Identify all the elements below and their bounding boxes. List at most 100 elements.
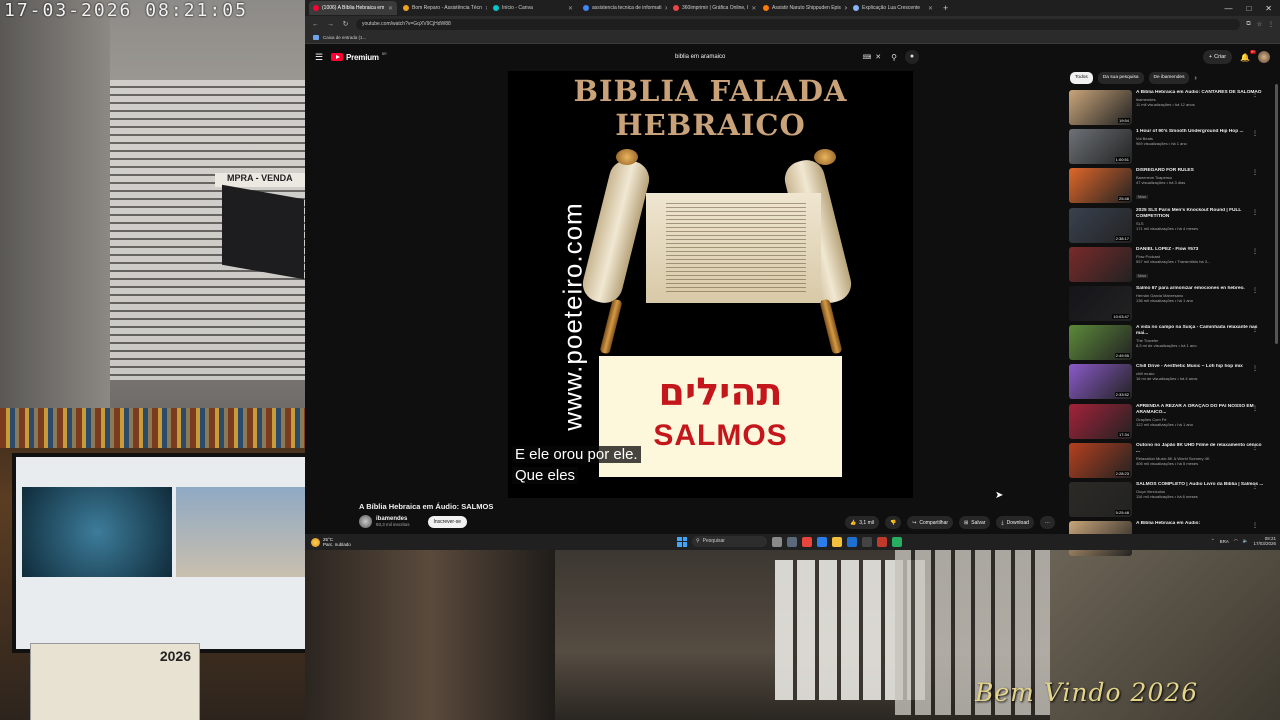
create-button[interactable]: + Criar — [1202, 50, 1233, 64]
video-title[interactable]: DANIEL LOPEZ - Flow #573 — [1136, 247, 1264, 253]
video-thumbnail[interactable] — [1069, 246, 1132, 282]
close-tab-icon[interactable]: ✕ — [485, 5, 487, 12]
chips-next-icon[interactable]: › — [1194, 75, 1196, 82]
video-thumbnail[interactable]: 2:33:52 — [1069, 364, 1132, 400]
video-title[interactable]: Outono no Japão 8K UHD Filme de relaxame… — [1136, 443, 1264, 455]
wifi-icon[interactable]: ◠ — [1234, 538, 1238, 544]
more-options-icon[interactable]: ⋮ — [1252, 405, 1258, 412]
url-field[interactable]: youtube.com/watch?v=GqXV9CjHdW88 — [356, 18, 1241, 30]
video-title[interactable]: DISREGARD FOR RULES — [1136, 168, 1264, 174]
recommended-video[interactable]: 10:03:47 Salmo 67 para armonizar emocione… — [1069, 285, 1264, 325]
recommended-video[interactable]: DANIEL LOPEZ - Flow #573 Flow Podcast 557 … — [1069, 246, 1264, 286]
weather-widget[interactable]: 25°C Parc. nublado — [305, 537, 351, 547]
video-thumbnail[interactable]: 19:54 — [1069, 90, 1132, 125]
dislike-button[interactable]: 👎 — [884, 516, 902, 529]
chrome-icon[interactable] — [802, 536, 812, 547]
sidebar-scrollbar[interactable] — [1275, 84, 1278, 344]
volume-icon[interactable]: 🔈 — [1243, 538, 1249, 544]
recommended-video[interactable]: 19:54 A Bíblia Hebraica em Áudio: CANTARE… — [1069, 90, 1264, 129]
more-options-icon[interactable]: ⋮ — [1252, 91, 1258, 98]
more-options-icon[interactable]: ⋮ — [1252, 522, 1258, 529]
back-icon[interactable]: ← — [311, 21, 320, 28]
subscribe-button[interactable]: Inscrever-se — [427, 515, 468, 528]
video-thumbnail[interactable]: 2:28:23 — [1069, 442, 1132, 478]
notifications-bell-icon[interactable]: 🔔 9+ — [1240, 49, 1256, 62]
hamburger-menu-icon[interactable]: ☰ — [315, 52, 327, 63]
recommended-video[interactable]: 25:48 DISREGARD FOR RULES Валентин Ткаренк… — [1069, 168, 1264, 207]
close-tab-icon[interactable]: ✕ — [928, 5, 933, 12]
more-options-icon[interactable]: ⋮ — [1252, 248, 1258, 255]
browser-tab[interactable]: assistencia tecnica de informati✕ — [579, 1, 667, 15]
clear-search-icon[interactable]: ✕ — [875, 53, 881, 61]
browser-tab[interactable]: 360imprimir | Gráfica Online, I ✕ — [669, 1, 757, 15]
more-options-icon[interactable]: ⋮ — [1252, 287, 1258, 294]
save-button[interactable]: ⊞ Salvar — [959, 516, 991, 529]
app-red-icon[interactable] — [877, 536, 887, 547]
close-tab-icon[interactable]: ✕ — [751, 5, 756, 12]
search-icon[interactable]: ⚲ — [891, 53, 897, 62]
recommended-video[interactable]: 5:25:48 SALMOS COMPLETO | Áudio Livro da … — [1069, 481, 1264, 521]
widgets-app-icon[interactable] — [772, 536, 782, 547]
video-title[interactable]: SALMOS COMPLETO | Áudio Livro da Bíblia … — [1136, 482, 1264, 488]
bookmark-star-icon[interactable]: ☆ — [1257, 21, 1262, 28]
video-title[interactable]: Salmo 67 para armonizar emociones en heb… — [1136, 286, 1264, 292]
video-title[interactable]: APRENDA A REZAR A ORAÇÃO DO PAI NOSSO EM… — [1136, 404, 1264, 416]
recommended-video[interactable]: 2:28:23 Outono no Japão 8K UHD Filme de r… — [1069, 442, 1264, 482]
bookmark-item[interactable]: Caixa de entrada (1... — [323, 35, 366, 40]
video-thumbnail[interactable]: 5:25:48 — [1069, 481, 1132, 517]
close-tab-icon[interactable]: ✕ — [568, 5, 573, 12]
search-box[interactable]: biblia em aramaico ⌨ ✕ ⚲ — [665, 50, 897, 64]
new-tab-button[interactable]: + — [939, 3, 952, 13]
task-view-icon[interactable] — [787, 536, 797, 547]
app-icon[interactable] — [862, 536, 872, 547]
share-button[interactable]: ↪ Compartilhar — [907, 516, 954, 529]
video-player[interactable]: BIBLIA FALADA HEBRAICO www.poeteiro.com … — [508, 71, 913, 498]
filter-chip[interactable]: Todos — [1070, 72, 1093, 84]
video-title[interactable]: 2025 SLS Paris Men's Knockout Round | FU… — [1136, 208, 1264, 220]
more-options-icon[interactable]: ⋮ — [1252, 326, 1258, 333]
browser-tab[interactable]: Bom Reparo - Assistência Técn✕ — [399, 1, 487, 15]
recommended-video[interactable]: 2:33:52 Chill Drive - Aesthetic Music ~ L… — [1069, 364, 1264, 403]
close-tab-icon[interactable]: ✕ — [388, 5, 393, 12]
browser-tab[interactable]: Início - Canva ✕ — [489, 1, 577, 15]
keyboard-icon[interactable]: ⌨ — [863, 54, 872, 61]
store-icon[interactable] — [847, 536, 857, 547]
filter-chip[interactable]: De ibamendes — [1148, 72, 1190, 84]
more-actions-button[interactable]: ··· — [1039, 516, 1055, 529]
video-thumbnail[interactable]: 25:48 — [1069, 168, 1132, 204]
more-options-icon[interactable]: ⋮ — [1252, 209, 1258, 216]
file-explorer-icon[interactable] — [832, 536, 842, 547]
more-options-icon[interactable]: ⋮ — [1252, 444, 1258, 451]
microphone-icon[interactable]: ● — [905, 50, 919, 64]
close-window-icon[interactable]: ✕ — [1265, 4, 1272, 13]
video-thumbnail[interactable]: 1:00:51 — [1069, 129, 1132, 165]
channel-avatar[interactable] — [359, 515, 372, 528]
video-thumbnail[interactable]: 2:49:55 — [1069, 325, 1132, 361]
browser-tab[interactable]: (1006) A Bíblia Hebraica em ✕ — [309, 1, 397, 15]
maximize-icon[interactable]: □ — [1246, 4, 1251, 13]
extension-icon[interactable]: ⧉ — [1246, 21, 1250, 28]
forward-icon[interactable]: → — [326, 21, 335, 28]
close-tab-icon[interactable]: ✕ — [844, 5, 847, 12]
video-title[interactable]: Chill Drive - Aesthetic Music ~ Lofi hip… — [1136, 364, 1264, 370]
video-title[interactable]: A vida no campo na Suíça - Caminhada rel… — [1136, 325, 1264, 337]
youtube-logo[interactable]: Premium BR — [331, 52, 387, 62]
account-avatar[interactable] — [1258, 51, 1270, 63]
video-title[interactable]: 1 Hour of 90's Smooth Underground Hip Ho… — [1136, 129, 1264, 135]
taskbar-search[interactable]: ⚲ Pesquisar — [692, 536, 767, 547]
clock[interactable]: 08:21 17/03/2026 — [1253, 536, 1276, 546]
app-green-icon[interactable] — [892, 536, 902, 547]
filter-chip[interactable]: Da sua pesquisa — [1097, 72, 1144, 84]
windows-start-icon[interactable] — [677, 536, 687, 547]
minimize-icon[interactable]: — — [1224, 4, 1232, 13]
more-options-icon[interactable]: ⋮ — [1252, 130, 1258, 137]
download-button[interactable]: ⤓ Download — [996, 516, 1034, 529]
menu-icon[interactable]: ⋮ — [1268, 21, 1274, 28]
recommended-video[interactable]: 2:38:17 2025 SLS Paris Men's Knockout Rou… — [1069, 207, 1264, 247]
tray-chevron-icon[interactable]: ⌃ — [1211, 538, 1215, 544]
more-options-icon[interactable]: ⋮ — [1252, 169, 1258, 176]
browser-tab[interactable]: Assistir Naruto Shippuden Epis ✕ — [759, 1, 847, 15]
browser-tab[interactable]: Explicação Lua Crescente ✕ — [849, 1, 937, 15]
close-tab-icon[interactable]: ✕ — [664, 5, 667, 12]
video-title[interactable]: A Bíblia Hebraica em Áudio: — [1136, 521, 1264, 527]
